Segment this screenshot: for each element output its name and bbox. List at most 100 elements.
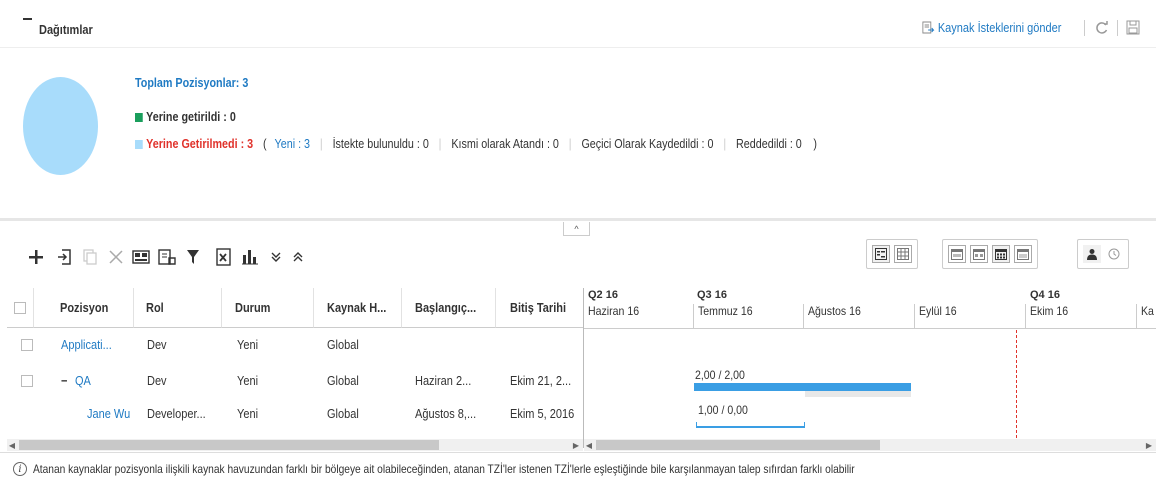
separator: |	[568, 137, 572, 151]
cell-text: QA	[75, 374, 91, 388]
column-header-role[interactable]: Rol	[134, 288, 222, 328]
row-checkbox[interactable]	[21, 339, 33, 351]
cell-text: Haziran 2...	[415, 374, 472, 388]
chart-icon[interactable]	[240, 246, 260, 268]
assign-resource-icon[interactable]	[131, 246, 151, 268]
month-label: Ağustos 16	[808, 304, 861, 318]
requested-count: İstekte bulunuldu : 0	[332, 137, 429, 151]
year-view-icon[interactable]	[948, 245, 966, 263]
resource-name-link[interactable]: Jane Wu	[87, 399, 137, 429]
row-checkbox-cell	[21, 366, 33, 396]
position-link[interactable]: QA	[75, 366, 133, 396]
quarter-label: Q4 16	[1030, 289, 1060, 301]
section-header: Dağıtımlar Kaynak İsteklerini gönder	[0, 0, 1156, 48]
allocation-label: 1,00 / 0,00	[698, 403, 748, 417]
separator	[1117, 20, 1118, 36]
today-line	[1016, 330, 1017, 438]
collapse-row-icon[interactable]: −	[61, 366, 75, 396]
open-paren: (	[263, 137, 267, 151]
gantt-chart: Q2 16 Q3 16 Q4 16 Haziran 16 Temmuz 16 A…	[583, 288, 1156, 448]
row-checkbox-cell	[21, 330, 33, 360]
column-header-start-date[interactable]: Başlangıç...	[402, 288, 496, 328]
cell-text: Yeni	[237, 407, 259, 421]
status-cell: Yeni	[237, 399, 314, 429]
row-checkbox[interactable]	[21, 375, 33, 387]
scroll-left-icon[interactable]: ◀	[584, 439, 594, 451]
request-icon[interactable]	[157, 246, 177, 268]
pool-cell: Global	[327, 330, 402, 360]
import-icon[interactable]	[55, 246, 75, 268]
scroll-right-icon[interactable]: ▶	[571, 439, 581, 451]
fulfilled-count: Yerine getirildi : 0	[146, 110, 236, 124]
filter-icon[interactable]	[183, 246, 203, 268]
grid-gantt-view-icon[interactable]	[872, 245, 890, 263]
time-scale-group	[942, 239, 1038, 269]
column-header-resource-pool[interactable]: Kaynak H...	[314, 288, 402, 328]
send-resource-requests-link[interactable]: Kaynak İsteklerini gönder	[922, 20, 1061, 36]
summary-pie-chart	[23, 77, 98, 175]
separator: |	[438, 137, 442, 151]
refresh-icon[interactable]	[1094, 20, 1110, 36]
scroll-right-icon[interactable]: ▶	[1144, 439, 1154, 451]
week-view-icon[interactable]	[1014, 245, 1032, 263]
select-all-header	[7, 288, 34, 328]
cell-text: Global	[327, 338, 359, 352]
grid-horizontal-scrollbar[interactable]: ◀ ▶	[7, 439, 583, 451]
quarter-view-icon[interactable]	[970, 245, 988, 263]
column-header-status[interactable]: Durum	[222, 288, 314, 328]
save-icon[interactable]	[1126, 20, 1140, 35]
separator: |	[319, 137, 323, 151]
layout-view-group	[866, 239, 918, 269]
delete-icon[interactable]	[106, 246, 126, 268]
select-all-checkbox[interactable]	[14, 301, 26, 314]
cell-text: Dev	[147, 374, 167, 388]
collapse-section-icon[interactable]	[23, 18, 32, 20]
column-label: Rol	[146, 300, 164, 315]
temp-saved-count: Geçici Olarak Kaydedildi : 0	[581, 137, 714, 151]
start-cell: Haziran 2...	[415, 366, 496, 396]
table-row[interactable]: Jane Wu Developer... Yeni Global Ağustos…	[7, 399, 583, 429]
table-view-icon[interactable]	[894, 245, 912, 263]
info-note: Atanan kaynaklar pozisyonla ilişkili kay…	[33, 462, 855, 476]
cell-text: Ekim 21, 2...	[510, 374, 572, 388]
column-label: Durum	[235, 300, 271, 315]
cell-text: Dev	[147, 338, 167, 352]
position-link[interactable]: Applicati...	[61, 330, 133, 360]
column-header-end-date[interactable]: Bitiş Tarihi	[496, 288, 583, 328]
scrollbar-thumb[interactable]	[596, 440, 880, 450]
partially-assigned-count: Kısmi olarak Atandı : 0	[451, 137, 559, 151]
column-label: Kaynak H...	[327, 300, 387, 315]
clock-icon[interactable]	[1105, 245, 1123, 263]
pool-cell: Global	[327, 366, 402, 396]
export-excel-icon[interactable]	[214, 246, 234, 268]
resource-icon[interactable]	[1083, 245, 1101, 263]
month-label: Ka	[1141, 304, 1154, 318]
send-request-icon	[922, 21, 935, 35]
end-cell	[510, 330, 583, 360]
column-header-position[interactable]: Pozisyon	[34, 288, 134, 328]
expander-glyph: −	[61, 374, 68, 388]
collapse-all-icon[interactable]	[288, 246, 308, 268]
scroll-left-icon[interactable]: ◀	[7, 439, 17, 451]
allocation-bar[interactable]	[696, 422, 805, 428]
unfulfilled-count: Yerine Getirilmedi : 3	[146, 137, 254, 151]
allocation-bar[interactable]	[694, 383, 911, 391]
table-row[interactable]: Applicati... Dev Yeni Global	[7, 330, 583, 360]
collapse-summary-chevron-up-icon[interactable]: ^	[563, 222, 590, 236]
month-view-icon[interactable]	[992, 245, 1010, 263]
quarter-label: Q2 16	[588, 289, 618, 301]
copy-icon[interactable]	[80, 246, 100, 268]
table-row[interactable]: − QA Dev Yeni Global Haziran 2... Ekim 2…	[7, 366, 583, 396]
total-positions: Toplam Pozisyonlar: 3	[135, 76, 249, 90]
cell-text: Ekim 5, 2016	[510, 407, 575, 421]
unfulfilled-swatch	[135, 140, 143, 149]
section-title: Dağıtımlar	[39, 23, 93, 37]
scrollbar-thumb[interactable]	[19, 440, 439, 450]
positions-grid: Pozisyon Rol Durum Kaynak H... Başlangıç…	[7, 288, 583, 448]
cell-text: Jane Wu	[87, 407, 131, 421]
add-icon[interactable]	[26, 246, 46, 268]
new-count-link[interactable]: Yeni : 3	[275, 137, 310, 151]
role-cell: Developer...	[147, 399, 222, 429]
gantt-horizontal-scrollbar[interactable]: ◀ ▶	[584, 439, 1156, 451]
expand-all-icon[interactable]	[266, 246, 286, 268]
